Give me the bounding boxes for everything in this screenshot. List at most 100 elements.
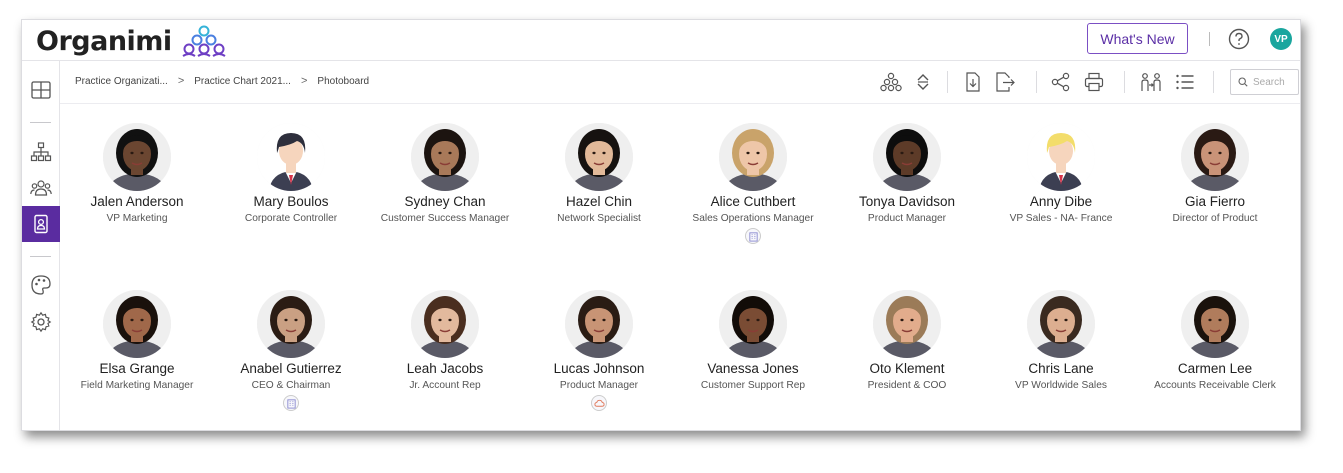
person-title: CEO & Chairman: [251, 380, 331, 391]
person-card[interactable]: Carmen Lee Accounts Receivable Clerk: [1138, 290, 1292, 393]
person-photo: [565, 123, 633, 191]
person-photo: [1027, 290, 1095, 358]
building-icon[interactable]: [745, 228, 761, 244]
person-card[interactable]: Chris Lane VP Worldwide Sales: [984, 290, 1138, 393]
id-badge-icon: [34, 214, 48, 234]
person-name: Hazel Chin: [565, 194, 633, 209]
person-name: Anabel Gutierrez: [240, 361, 342, 376]
rail-item-dashboard[interactable]: [22, 72, 60, 108]
sort-arrows-icon: [917, 74, 929, 90]
sort-button[interactable]: [912, 71, 934, 93]
people-group-icon: [30, 180, 52, 196]
person-photo: [1181, 123, 1249, 191]
person-photo: [1027, 123, 1095, 191]
person-card[interactable]: Lucas Johnson Product Manager: [522, 290, 676, 411]
person-card[interactable]: Hazel Chin Network Specialist: [522, 123, 676, 226]
whats-new-button[interactable]: What's New: [1087, 23, 1188, 54]
person-name: Mary Boulos: [253, 194, 329, 209]
person-title: VP Sales - NA- France: [1009, 213, 1113, 224]
print-button[interactable]: [1083, 71, 1105, 93]
person-title: Director of Product: [1172, 213, 1258, 224]
breadcrumb-item-photoboard: Photoboard: [317, 75, 370, 87]
file-export-icon: [996, 72, 1015, 92]
rail-item-settings[interactable]: [22, 304, 60, 340]
person-card[interactable]: Elsa Grange Field Marketing Manager: [60, 290, 214, 393]
app-logo[interactable]: Organimi: [36, 23, 228, 59]
topbar-divider: [1209, 32, 1210, 46]
person-title: Field Marketing Manager: [80, 380, 194, 391]
person-photo: [103, 290, 171, 358]
breadcrumb-separator: >: [300, 75, 308, 87]
person-photo: [1181, 290, 1249, 358]
rail-item-photoboard[interactable]: [22, 206, 60, 242]
logo-text: Organimi: [36, 25, 172, 57]
org-structure-button[interactable]: [880, 71, 902, 93]
person-title: Network Specialist: [557, 213, 641, 224]
rail-item-org-chart[interactable]: [22, 134, 60, 170]
person-card[interactable]: Jalen Anderson VP Marketing: [60, 123, 214, 226]
person-card[interactable]: Vanessa Jones Customer Support Rep: [676, 290, 830, 393]
rail-item-people[interactable]: [22, 170, 60, 206]
cloud-icon[interactable]: [591, 395, 607, 411]
person-name: Carmen Lee: [1177, 361, 1253, 376]
person-title: Product Manager: [867, 213, 947, 224]
hierarchy-icon: [30, 142, 52, 162]
top-bar: Organimi What's New VP: [22, 20, 1300, 61]
search-icon: [1238, 77, 1248, 87]
person-card[interactable]: Gia Fierro Director of Product: [1138, 123, 1292, 226]
list-view-button[interactable]: [1174, 71, 1196, 93]
help-icon[interactable]: [1228, 28, 1250, 50]
person-card[interactable]: Leah Jacobs Jr. Account Rep: [368, 290, 522, 393]
breadcrumb-item-chart[interactable]: Practice Chart 2021...: [194, 76, 291, 87]
rail-divider: [30, 256, 51, 257]
person-name: Elsa Grange: [99, 361, 175, 376]
person-card[interactable]: Anabel Gutierrez CEO & Chairman: [214, 290, 368, 411]
person-card[interactable]: Oto Klement President & COO: [830, 290, 984, 393]
person-name: Jalen Anderson: [90, 194, 184, 209]
person-photo: [719, 290, 787, 358]
person-name: Leah Jacobs: [406, 361, 484, 376]
toolbar-divider: [1124, 71, 1125, 93]
share-button[interactable]: [1050, 71, 1072, 93]
person-title: Accounts Receivable Clerk: [1154, 380, 1276, 391]
person-name: Sydney Chan: [404, 194, 486, 209]
breadcrumb: Practice Organizati... > Practice Chart …: [75, 75, 369, 87]
person-title: President & COO: [867, 380, 947, 391]
user-avatar[interactable]: VP: [1270, 28, 1292, 50]
person-photo: [873, 290, 941, 358]
share-icon: [1051, 72, 1070, 92]
app-window: Organimi What's New VP Practice Organiza…: [21, 19, 1301, 431]
rail-divider: [30, 122, 51, 123]
cluster-icon: [880, 72, 902, 92]
toolbar-divider: [947, 71, 948, 93]
person-title: Sales Operations Manager: [692, 213, 814, 224]
person-name: Vanessa Jones: [707, 361, 799, 376]
people-compare-button[interactable]: [1140, 71, 1162, 93]
person-card[interactable]: Anny Dibe VP Sales - NA- France: [984, 123, 1138, 226]
toolbar-divider: [1213, 71, 1214, 93]
photoboard: Jalen Anderson VP Marketing Mary Boulos Cor…: [60, 104, 1300, 430]
breadcrumb-separator: >: [177, 75, 185, 87]
person-card[interactable]: Tonya Davidson Product Manager: [830, 123, 984, 226]
download-button[interactable]: [962, 71, 984, 93]
search-box[interactable]: [1230, 69, 1299, 95]
person-name: Tonya Davidson: [858, 194, 956, 209]
person-title: VP Worldwide Sales: [1015, 380, 1107, 391]
person-card[interactable]: Alice Cuthbert Sales Operations Manager: [676, 123, 830, 244]
rail-item-themes[interactable]: [22, 267, 60, 303]
building-icon[interactable]: [283, 395, 299, 411]
left-rail: [22, 61, 60, 430]
person-card[interactable]: Sydney Chan Customer Success Manager: [368, 123, 522, 226]
person-title: Jr. Account Rep: [409, 380, 481, 391]
grid-layout-icon: [31, 81, 51, 99]
export-button[interactable]: [994, 71, 1016, 93]
toolbar: Practice Organizati... > Practice Chart …: [60, 61, 1300, 104]
person-name: Chris Lane: [1028, 361, 1094, 376]
person-title: Customer Support Rep: [700, 380, 806, 391]
search-input[interactable]: [1253, 76, 1295, 88]
person-photo: [257, 290, 325, 358]
people-link-icon: [1141, 73, 1161, 91]
person-card[interactable]: Mary Boulos Corporate Controller: [214, 123, 368, 226]
breadcrumb-item-organization[interactable]: Practice Organizati...: [75, 76, 168, 87]
person-title: VP Marketing: [106, 213, 168, 224]
